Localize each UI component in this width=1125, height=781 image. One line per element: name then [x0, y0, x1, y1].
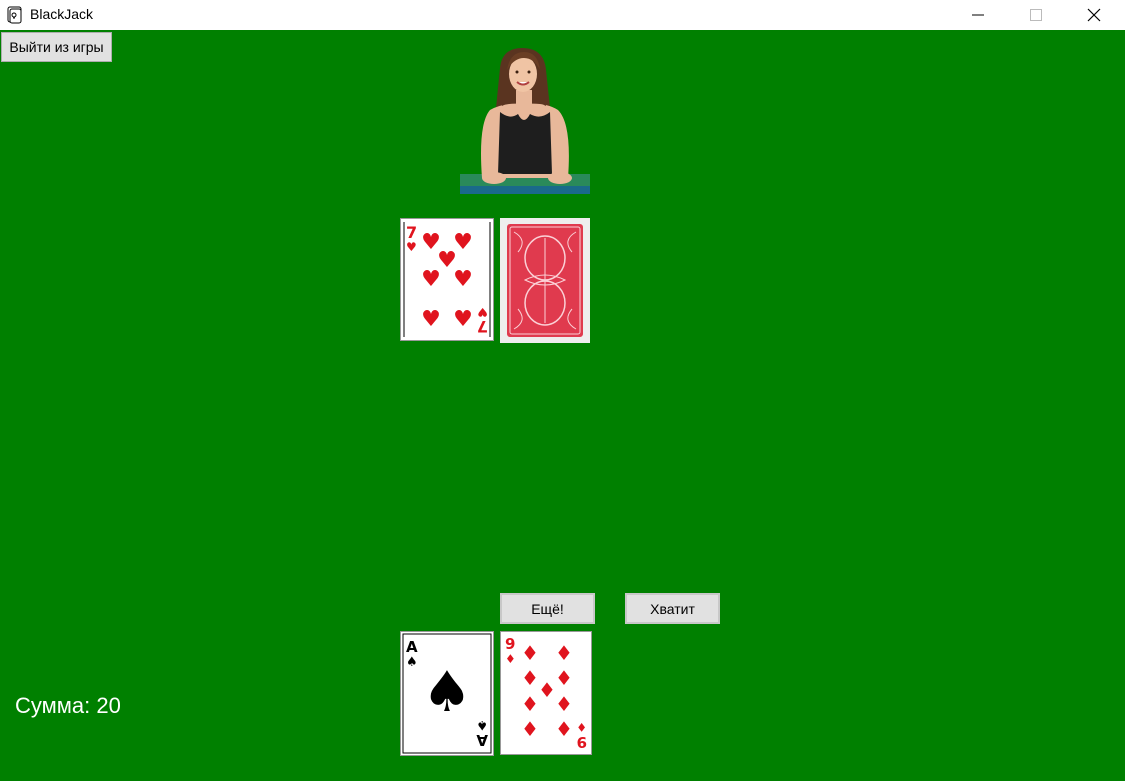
- svg-text:♦: ♦: [521, 666, 539, 690]
- svg-text:♠: ♠: [406, 655, 418, 670]
- close-icon[interactable]: [1065, 0, 1123, 30]
- svg-text:♥: ♥: [453, 307, 473, 332]
- svg-text:9: 9: [577, 733, 587, 751]
- svg-text:♦: ♦: [505, 652, 516, 666]
- svg-text:9: 9: [505, 635, 515, 653]
- blackjack-app-icon: [5, 5, 25, 25]
- svg-text:♥: ♥: [453, 267, 473, 292]
- dealer-card-seven-of-hearts: 7 ♥ ♥ ♥ ♥ ♥ ♥ ♥ ♥ 7 ♥: [400, 218, 494, 341]
- svg-text:A: A: [476, 731, 488, 749]
- title-bar[interactable]: BlackJack: [0, 0, 1125, 30]
- hit-button[interactable]: Ещё!: [500, 593, 595, 624]
- svg-text:♥: ♥: [421, 267, 441, 292]
- dealer-avatar: [460, 46, 590, 194]
- svg-text:♦: ♦: [555, 717, 573, 741]
- svg-text:♥: ♥: [406, 240, 417, 254]
- svg-text:♥: ♥: [421, 307, 441, 332]
- svg-text:♥: ♥: [477, 305, 488, 319]
- svg-text:♦: ♦: [555, 666, 573, 690]
- window-title: BlackJack: [30, 6, 94, 22]
- player-sum-label: Сумма: 20: [15, 693, 121, 718]
- player-card-ace-of-spades: A ♠ ♠ A ♠: [400, 631, 494, 756]
- game-table: Выйти из игры 7 ♥ ♥ ♥ ♥ ♥ ♥ ♥ ♥ 7 ♥ Ещё!…: [0, 30, 1125, 781]
- exit-game-button[interactable]: Выйти из игры: [1, 32, 112, 62]
- svg-text:♦: ♦: [555, 692, 573, 716]
- app-window: BlackJack Выйти из игры 7 ♥ ♥ ♥ ♥ ♥ ♥ ♥ …: [0, 0, 1125, 781]
- svg-text:♦: ♦: [555, 641, 573, 665]
- svg-text:♦: ♦: [538, 678, 556, 702]
- svg-text:A: A: [406, 638, 418, 656]
- svg-text:♦: ♦: [521, 692, 539, 716]
- svg-text:♠: ♠: [476, 717, 488, 732]
- minimize-icon[interactable]: [949, 0, 1007, 30]
- dealer-card-face-down: [500, 218, 590, 343]
- svg-text:♠: ♠: [422, 660, 472, 725]
- player-card-nine-of-diamonds: 9 ♦ ♦ ♦ ♦ ♦ ♦ ♦ ♦ ♦ ♦ 9 ♦: [500, 631, 592, 755]
- svg-text:♦: ♦: [576, 720, 587, 734]
- stand-button[interactable]: Хватит: [625, 593, 720, 624]
- svg-text:♦: ♦: [521, 641, 539, 665]
- maximize-icon[interactable]: [1007, 0, 1065, 30]
- svg-text:♦: ♦: [521, 717, 539, 741]
